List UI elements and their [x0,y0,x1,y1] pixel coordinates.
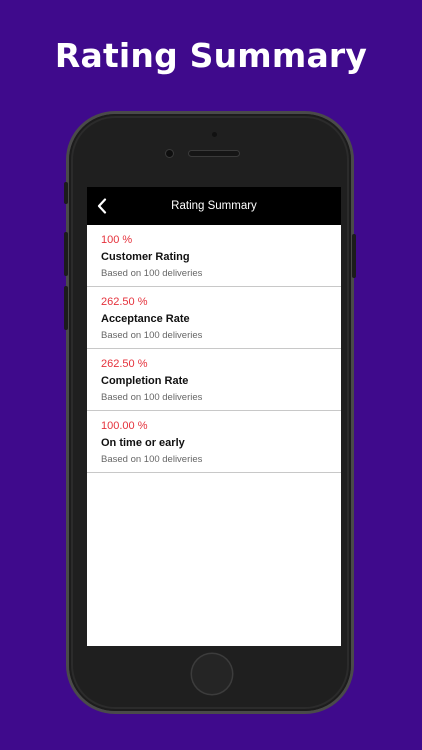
nav-title: Rating Summary [171,200,257,212]
rating-percent: 262.50 % [101,296,148,308]
rating-title: Completion Rate [101,375,189,387]
rating-subtitle: Based on 100 deliveries [101,330,203,341]
power-button [352,234,356,278]
rating-subtitle: Based on 100 deliveries [101,454,203,465]
volume-down-button [64,286,68,330]
rating-percent: 262.50 % [101,358,148,370]
rating-title: On time or early [101,437,185,449]
app-screen: Rating Summary 100 % Customer Rating Bas… [87,187,341,646]
list-item-acceptance-rate[interactable]: 262.50 % Acceptance Rate Based on 100 de… [87,287,341,349]
earpiece-speaker [189,151,239,156]
rating-percent: 100.00 % [101,420,148,432]
mute-switch [64,182,68,204]
rating-title: Customer Rating [101,251,190,263]
rating-percent: 100 % [101,234,133,246]
list-item-on-time[interactable]: 100.00 % On time or early Based on 100 d… [87,411,341,473]
volume-up-button [64,232,68,276]
front-camera-icon [166,150,173,157]
promo-headline: Rating Summary [54,36,368,75]
list-item-customer-rating[interactable]: 100 % Customer Rating Based on 100 deliv… [87,225,341,287]
rating-list: 100 % Customer Rating Based on 100 deliv… [87,225,341,473]
phone-frame: Rating Summary 100 % Customer Rating Bas… [64,114,356,711]
phone-body: Rating Summary 100 % Customer Rating Bas… [73,118,347,707]
rating-subtitle: Based on 100 deliveries [101,392,203,403]
home-button[interactable] [192,654,232,694]
navigation-bar: Rating Summary [87,187,341,225]
rating-subtitle: Based on 100 deliveries [101,268,203,279]
rating-title: Acceptance Rate [101,313,190,325]
list-item-completion-rate[interactable]: 262.50 % Completion Rate Based on 100 de… [87,349,341,411]
proximity-sensor [212,132,217,137]
